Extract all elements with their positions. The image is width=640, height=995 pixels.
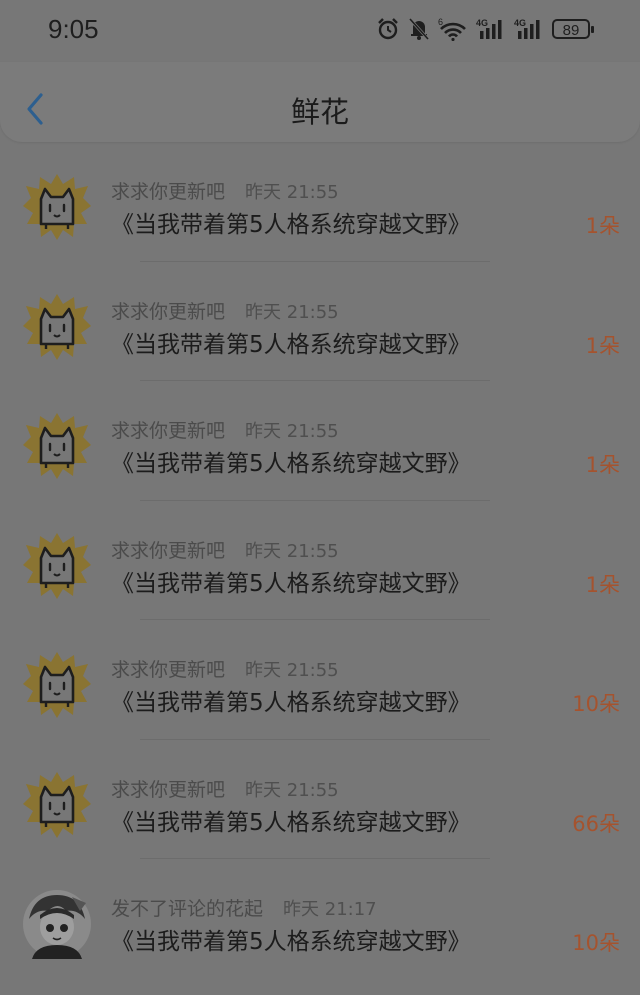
list-item[interactable]: 求求你更新吧 昨天 21:55 《当我带着第5人格系统穿越文野》 66朵 (0, 740, 640, 859)
network-type-1: 4G (476, 18, 488, 28)
book-title[interactable]: 《当我带着第5人格系统穿越文野》 (111, 205, 471, 239)
flower-count: 1朵 (585, 453, 620, 477)
book-title[interactable]: 《当我带着第5人格系统穿越文野》 (111, 803, 471, 837)
timestamp: 昨天 21:55 (245, 421, 339, 442)
flower-count: 10朵 (572, 931, 620, 955)
wifi-icon: 6 (438, 17, 466, 41)
cell-signal-2-icon: 4G (514, 18, 540, 39)
timestamp: 昨天 21:55 (245, 660, 339, 681)
wifi-gen-label: 6 (438, 17, 443, 27)
username-text[interactable]: 求求你更新吧 (111, 540, 225, 562)
mute-bell-icon (408, 17, 430, 41)
avatar[interactable] (22, 292, 92, 362)
book-title[interactable]: 《当我带着第5人格系统穿越文野》 (111, 325, 471, 359)
flower-count: 1朵 (585, 333, 620, 358)
username-text[interactable]: 求求你更新吧 (111, 420, 225, 442)
flower-count: 66朵 (572, 811, 620, 836)
avatar[interactable] (22, 531, 92, 601)
username-text[interactable]: 求求你更新吧 (111, 779, 225, 801)
battery-icon: 89 (552, 19, 594, 39)
avatar[interactable] (22, 770, 92, 840)
username[interactable]: 求求你更新吧 昨天 21:55 (111, 177, 339, 204)
alarm-icon (378, 18, 398, 40)
flower-count: 1朵 (585, 572, 620, 597)
username-text[interactable]: 求求你更新吧 (111, 659, 225, 681)
flower-count: 10朵 (572, 692, 620, 716)
timestamp: 昨天 21:17 (283, 899, 377, 920)
avatar[interactable] (22, 411, 92, 481)
list-item[interactable]: 求求你更新吧 昨天 21:55 《当我带着第5人格系统穿越文野》 1朵 (0, 262, 640, 381)
book-title[interactable]: 《当我带着第5人格系统穿越文野》 (111, 444, 471, 478)
list-item[interactable]: 求求你更新吧 昨天 21:55 《当我带着第5人格系统穿越文野》 1朵 (0, 501, 640, 620)
battery-level: 89 (562, 22, 580, 39)
flower-count: 1朵 (585, 214, 620, 238)
timestamp: 昨天 21:55 (245, 540, 339, 562)
avatar[interactable] (22, 172, 92, 242)
list-item[interactable]: 求求你更新吧 昨天 21:55 《当我带着第5人格系统穿越文野》 1朵 (0, 381, 640, 501)
username[interactable]: 发不了评论的花起 昨天 21:17 (111, 894, 377, 921)
username[interactable]: 求求你更新吧 昨天 21:55 (111, 655, 339, 682)
list-item[interactable]: 求求你更新吧 昨天 21:55 《当我带着第5人格系统穿越文野》 10朵 (0, 620, 640, 740)
username-text[interactable]: 求求你更新吧 (111, 301, 225, 323)
username[interactable]: 求求你更新吧 昨天 21:55 (111, 775, 339, 802)
avatar[interactable] (22, 889, 92, 959)
page-title: 鲜花 (290, 95, 349, 129)
timestamp: 昨天 21:55 (245, 182, 339, 203)
username-text[interactable]: 发不了评论的花起 (111, 898, 263, 920)
nav-bar: 鲜花 (0, 62, 640, 142)
status-bar: 9:05 6 4G 4G 89 (0, 0, 640, 62)
network-type-2: 4G (514, 18, 526, 28)
username-text[interactable]: 求求你更新吧 (111, 181, 225, 203)
list-item[interactable]: 发不了评论的花起 昨天 21:17 《当我带着第5人格系统穿越文野》 10朵 (0, 859, 640, 979)
status-time: 9:05 (48, 14, 99, 44)
list-item[interactable]: 求求你更新吧 昨天 21:55 《当我带着第5人格系统穿越文野》 1朵 (0, 142, 640, 262)
username[interactable]: 求求你更新吧 昨天 21:55 (111, 536, 339, 563)
flower-list: 求求你更新吧 昨天 21:55 《当我带着第5人格系统穿越文野》 1朵 求求你更新吧 昨天… (0, 142, 640, 979)
username[interactable]: 求求你更新吧 昨天 21:55 (111, 297, 339, 324)
cell-signal-1-icon: 4G (476, 18, 502, 39)
timestamp: 昨天 21:55 (245, 779, 339, 801)
avatar[interactable] (22, 650, 92, 720)
book-title[interactable]: 《当我带着第5人格系统穿越文野》 (111, 683, 471, 717)
book-title[interactable]: 《当我带着第5人格系统穿越文野》 (111, 922, 471, 956)
status-icons: 6 4G 4G 89 (376, 17, 594, 41)
book-title[interactable]: 《当我带着第5人格系统穿越文野》 (111, 564, 471, 598)
username[interactable]: 求求你更新吧 昨天 21:55 (111, 416, 339, 443)
timestamp: 昨天 21:55 (245, 301, 339, 323)
